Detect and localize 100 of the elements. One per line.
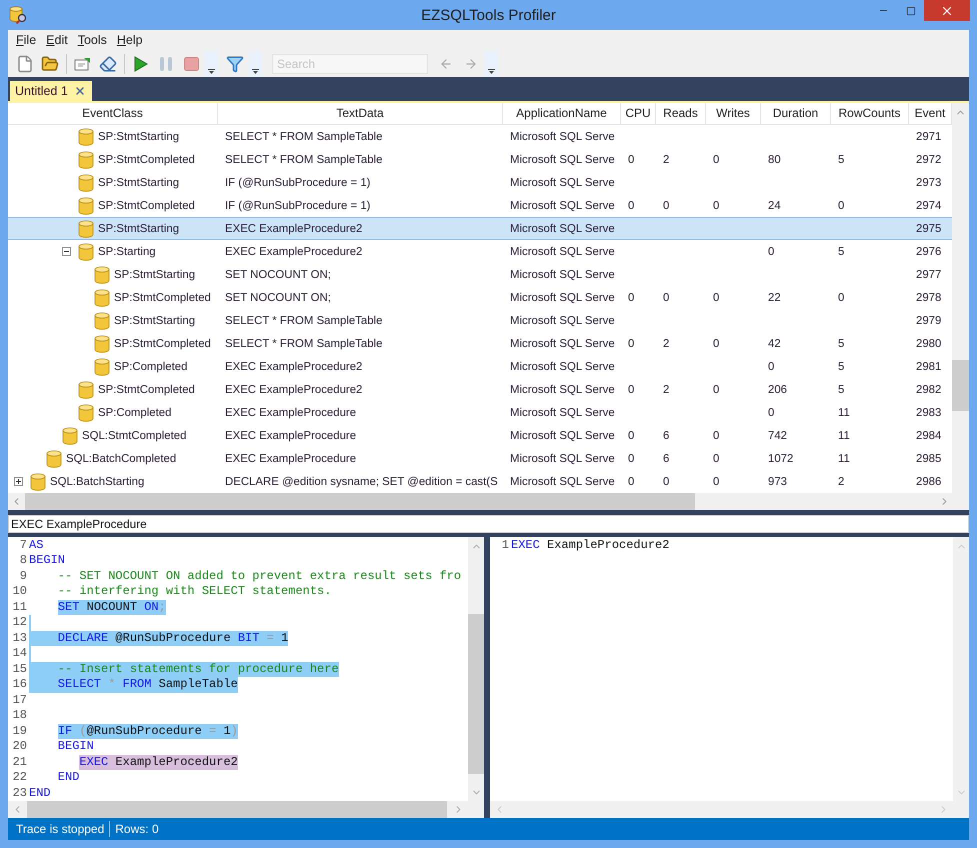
table-cell: 2986 <box>916 476 942 488</box>
table-cell: IF (@RunSubProcedure = 1) <box>225 176 370 189</box>
status-text: Rows: 0 <box>114 821 160 838</box>
table-cell: SP:StmtStarting <box>98 222 180 235</box>
table-cell: 0 <box>663 476 670 488</box>
table-cell: 0 <box>838 292 844 304</box>
table-cell: EXEC ExampleProcedure <box>225 452 356 465</box>
database-icon <box>94 312 110 330</box>
close-button[interactable] <box>924 0 970 21</box>
table-cell: 2 <box>838 476 844 488</box>
menu-item[interactable]: Help <box>112 32 148 47</box>
table-cell: 22 <box>768 292 781 304</box>
database-icon <box>30 472 46 491</box>
table-cell: IF (@RunSubProcedure = 1) <box>225 200 370 212</box>
table-cell: 0 <box>768 360 774 373</box>
table-cell: 0 <box>628 154 634 166</box>
status-text: Trace is stopped <box>11 821 110 838</box>
table-cell: 0 <box>713 154 720 166</box>
table-cell: 42 <box>768 338 781 350</box>
column-header[interactable]: Writes <box>706 103 761 124</box>
table-cell: 5 <box>838 246 844 258</box>
table-cell: SQL:BatchCompleted <box>66 452 176 465</box>
menu-item[interactable]: Edit <box>41 32 73 47</box>
table-cell: SP:StmtCompleted <box>98 384 195 396</box>
scrollbar-thumb[interactable] <box>468 614 484 774</box>
line-number: 9 <box>18 568 28 584</box>
table-cell: Microsoft SQL Serve <box>510 452 615 465</box>
table-cell: 742 <box>768 430 788 442</box>
table-cell: 0 <box>628 476 634 488</box>
table-cell: Microsoft SQL Serve <box>510 360 615 373</box>
dropdown-button[interactable] <box>205 50 218 77</box>
table-cell: 5 <box>838 384 844 396</box>
close-icon[interactable] <box>74 85 86 98</box>
code-line: EXEC ExampleProcedure2 <box>511 538 670 554</box>
table-cell: 206 <box>768 384 788 396</box>
table-cell: SP:StmtCompleted <box>98 154 195 166</box>
menu-item[interactable]: Tools <box>72 32 112 47</box>
dropdown-button[interactable] <box>249 50 262 77</box>
line-number: 14 <box>12 646 28 662</box>
expand-button[interactable] <box>14 477 23 486</box>
database-icon <box>94 334 110 353</box>
table-cell: Microsoft SQL Serve <box>510 292 615 304</box>
column-header[interactable]: RowCounts <box>831 103 909 124</box>
column-header[interactable]: ApplicationName <box>503 103 621 124</box>
database-icon <box>78 174 94 192</box>
table-cell: SP:Completed <box>114 360 188 373</box>
column-header[interactable]: TextData <box>218 103 503 124</box>
table-cell: Microsoft SQL Serve <box>510 200 615 212</box>
database-icon <box>78 150 94 169</box>
table-cell: 2983 <box>916 406 942 419</box>
vertical-scrollbar[interactable] <box>952 103 969 494</box>
table-cell: 0 <box>768 246 774 258</box>
table-cell: 973 <box>768 476 788 488</box>
table-cell: 5 <box>838 154 844 166</box>
table-cell: 2976 <box>916 246 942 258</box>
table-cell: 0 <box>628 200 634 212</box>
tab-label: Untitled 1 <box>15 84 68 98</box>
code-line: AS <box>29 538 44 554</box>
scrollbar-thumb[interactable] <box>25 493 695 510</box>
table-cell: 0 <box>713 292 720 304</box>
line-number: 18 <box>12 708 28 724</box>
table-cell: 2980 <box>916 338 942 350</box>
database-icon <box>94 358 110 376</box>
table-cell: 0 <box>628 452 634 465</box>
line-number: 13 <box>12 630 28 646</box>
table-cell: 0 <box>768 406 774 419</box>
document-tab[interactable]: Untitled 1 <box>10 81 92 102</box>
table-cell: 0 <box>713 384 720 396</box>
table-cell: 11 <box>838 430 850 442</box>
column-header[interactable]: Reads <box>656 103 706 124</box>
database-icon <box>78 196 94 215</box>
menu-item[interactable]: File <box>11 32 42 47</box>
stop-icon <box>184 56 198 71</box>
line-number: 10 <box>12 584 28 600</box>
table-cell: Microsoft SQL Serve <box>510 338 615 350</box>
trace-row[interactable]: SP:StmtStarting EXEC ExampleProcedure2 Microsoft SQL Serve 2975 <box>8 217 952 240</box>
table-cell: 0 <box>628 292 634 304</box>
table-cell: 0 <box>628 338 634 350</box>
caret-icon <box>488 68 495 74</box>
scrollbar-thumb[interactable] <box>952 360 969 412</box>
table-cell: 11 <box>838 452 850 465</box>
text-data-field[interactable]: EXEC ExampleProcedure <box>8 515 969 533</box>
table-cell: 2975 <box>916 222 942 235</box>
table-cell: SQL:StmtCompleted <box>82 430 186 442</box>
column-header[interactable]: Duration <box>761 103 831 124</box>
database-icon <box>78 380 94 399</box>
horizontal-scrollbar[interactable] <box>8 493 969 510</box>
table-cell: 0 <box>713 200 720 212</box>
code-line: BEGIN <box>56 739 94 755</box>
table-cell: EXEC ExampleProcedure <box>225 406 356 419</box>
collapse-button[interactable] <box>62 247 71 256</box>
table-cell: 0 <box>713 452 720 465</box>
column-header[interactable]: CPU <box>621 103 656 124</box>
horizontal-scrollbar[interactable] <box>490 801 969 818</box>
table-cell: EXEC ExampleProcedure2 <box>225 222 362 235</box>
column-header[interactable]: EventClass <box>8 103 218 124</box>
dropdown-button[interactable] <box>485 50 498 77</box>
table-cell: Microsoft SQL Serve <box>510 430 615 442</box>
vertical-scrollbar[interactable] <box>953 536 969 802</box>
vertical-scrollbar[interactable] <box>468 536 484 802</box>
